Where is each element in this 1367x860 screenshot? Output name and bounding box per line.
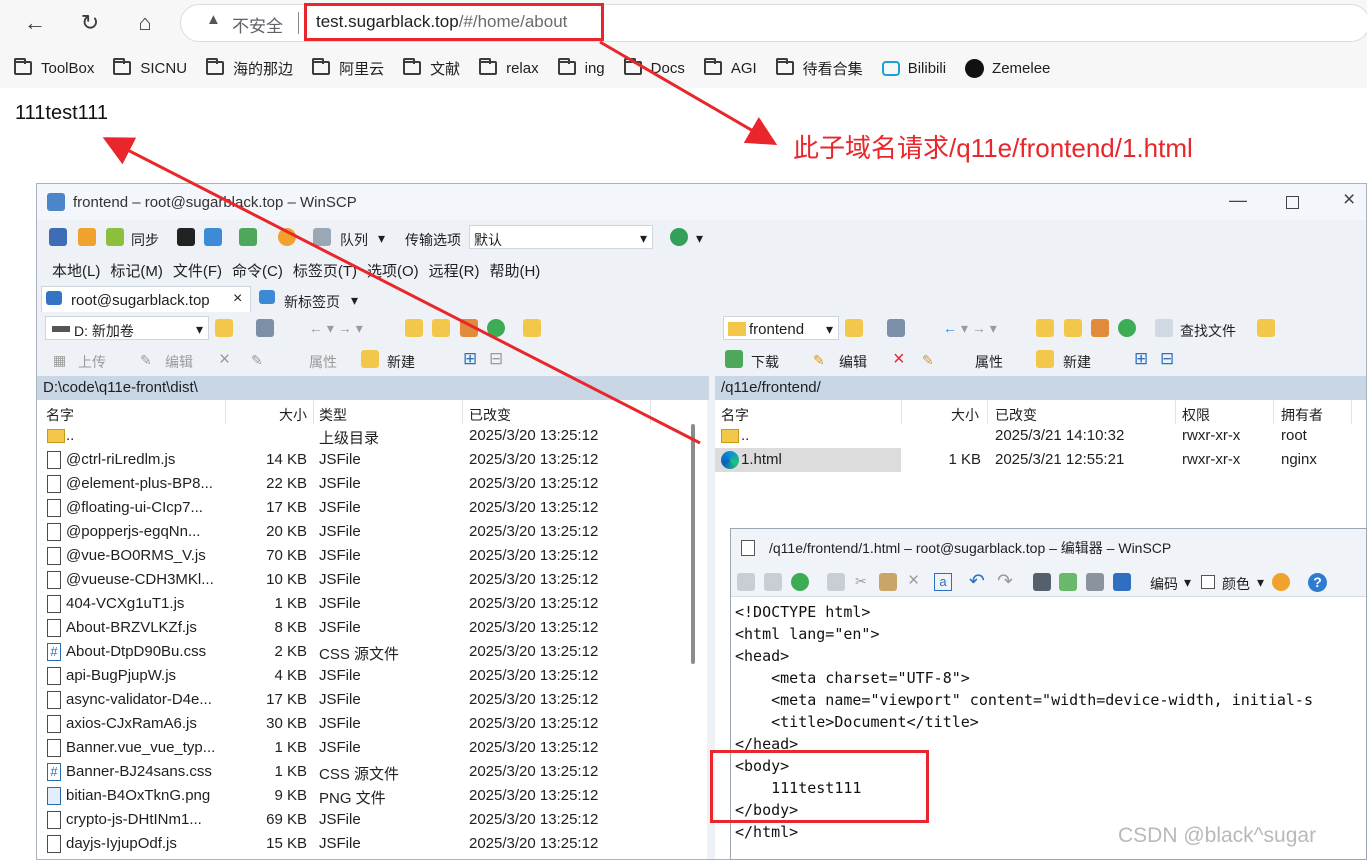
arrow-file-to-page <box>102 137 701 445</box>
arrow-url-to-annotation <box>599 40 778 146</box>
annotation-arrows <box>102 40 778 445</box>
